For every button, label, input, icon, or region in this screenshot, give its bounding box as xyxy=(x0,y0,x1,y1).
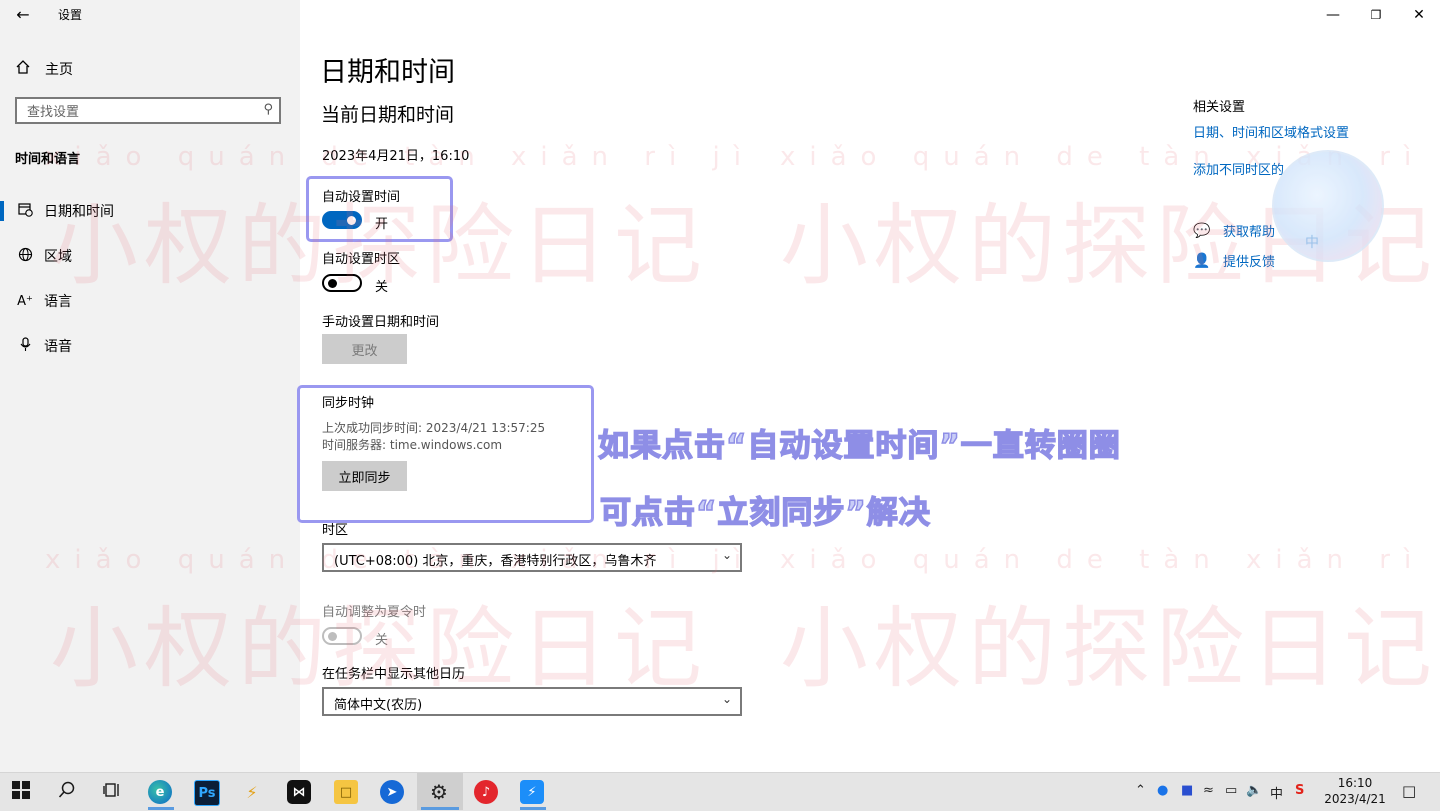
minimize-icon: — xyxy=(1326,7,1340,23)
taskbar-clock[interactable]: 16:10 2023/4/21 xyxy=(1320,775,1390,807)
notification-center[interactable]: □ xyxy=(1402,782,1416,800)
tray-sogou[interactable]: S xyxy=(1295,783,1304,798)
folder-icon: □ xyxy=(339,784,353,800)
watermark-pinyin: xiǎo quán de tàn xiǎn rì jì xyxy=(45,545,755,575)
window-title: 设置 xyxy=(58,8,83,22)
taskbar-file-explorer[interactable]: □ xyxy=(334,780,358,804)
sidebar-home[interactable]: 主页 xyxy=(15,57,73,81)
notification-icon: □ xyxy=(1402,782,1417,800)
capcut-icon: ⋈ xyxy=(292,784,306,800)
bolt-icon: ⚡ xyxy=(246,782,258,802)
region-format-link[interactable]: 日期、时间和区域格式设置 xyxy=(1193,122,1349,141)
music-icon: ♪ xyxy=(481,784,491,800)
start-button[interactable] xyxy=(12,781,30,803)
search-box[interactable]: ⚲ xyxy=(15,97,281,124)
tray-app-1[interactable]: ● xyxy=(1157,783,1168,798)
tray-chevron-up[interactable]: ⌃ xyxy=(1135,783,1146,798)
photoshop-icon: Ps xyxy=(198,785,216,801)
change-button[interactable]: 更改 xyxy=(322,334,407,364)
section-subtitle: 当前日期和时间 xyxy=(321,104,455,126)
channel-logo-text: 中 xyxy=(1305,235,1319,251)
app-icon: ● xyxy=(1157,783,1169,798)
taskbar-feishu[interactable]: ➤ xyxy=(380,780,404,804)
sidebar-item-speech[interactable]: 语音 xyxy=(0,328,300,364)
task-view-icon xyxy=(103,783,121,803)
taskbar-lightning-app[interactable]: ⚡ xyxy=(520,780,544,804)
tutorial-caption-line2: 可点击“立刻同步”解决 xyxy=(599,494,931,532)
sogou-icon: S xyxy=(1295,783,1305,798)
related-settings-title: 相关设置 xyxy=(1193,100,1246,115)
language-icon: A⁺ xyxy=(17,293,33,309)
close-icon: ✕ xyxy=(1413,7,1425,23)
search-icon: ⚲ xyxy=(263,102,273,117)
gear-icon: ⚙ xyxy=(430,780,448,804)
highlight-sync xyxy=(297,385,594,523)
arrow-left-icon: ← xyxy=(16,5,30,24)
globe-icon xyxy=(15,247,35,266)
taskbar-edge[interactable]: e xyxy=(148,780,172,804)
tray-ime[interactable]: 中 xyxy=(1270,783,1283,802)
restore-icon: ❐ xyxy=(1370,8,1382,22)
tray-app-2[interactable]: ■ xyxy=(1181,783,1193,798)
app-icon: ■ xyxy=(1181,783,1194,798)
taskbar-photoshop[interactable]: Ps xyxy=(194,780,220,806)
taskbar-app-bolt[interactable]: ⚡ xyxy=(240,780,264,804)
chevron-down-icon: ⌄ xyxy=(721,692,732,706)
tutorial-caption-line1: 如果点击“自动设置时间”一直转圈圈 xyxy=(597,427,1121,465)
battery-icon: ▭ xyxy=(1225,783,1238,798)
restore-button[interactable]: ❐ xyxy=(1353,0,1399,30)
channel-logo xyxy=(1272,150,1384,262)
clock-time: 16:10 xyxy=(1337,776,1373,790)
search-input[interactable] xyxy=(25,101,249,123)
clock-date: 2023/4/21 xyxy=(1324,792,1386,806)
tray-battery[interactable]: ▭ xyxy=(1225,783,1237,798)
minimize-button[interactable]: — xyxy=(1310,0,1356,30)
watermark-text: 小权的探险日记 xyxy=(50,597,709,700)
taskbar-search-button[interactable] xyxy=(58,781,76,803)
watermark-pinyin: xiǎo quán de tàn xiǎn rì jì xyxy=(780,545,1440,575)
microphone-icon xyxy=(15,336,35,356)
close-button[interactable]: ✕ xyxy=(1396,0,1440,30)
windows-logo-icon xyxy=(12,781,30,803)
sidebar-home-label: 主页 xyxy=(45,62,73,78)
wifi-icon: ≈ xyxy=(1203,783,1214,798)
search-icon xyxy=(58,781,76,803)
edge-icon: e xyxy=(155,784,165,800)
tray-wifi[interactable]: ≈ xyxy=(1203,783,1214,798)
lightning-icon: ⚡ xyxy=(527,784,537,800)
chevron-up-icon: ⌃ xyxy=(1135,783,1146,798)
task-view-button[interactable] xyxy=(103,781,121,803)
calendar-clock-icon xyxy=(15,202,35,221)
watermark-text: 小权的探险日记 xyxy=(50,194,709,297)
paper-plane-icon: ➤ xyxy=(386,784,398,800)
home-icon xyxy=(15,59,31,79)
taskbar-netease-music[interactable]: ♪ xyxy=(474,780,498,804)
taskbar-capcut[interactable]: ⋈ xyxy=(287,780,311,804)
manual-datetime-label: 手动设置日期和时间 xyxy=(322,315,440,330)
speaker-icon: 🔈 xyxy=(1246,783,1263,798)
back-button[interactable]: ← xyxy=(8,3,38,27)
watermark-text: 小权的探险日记 xyxy=(780,597,1439,700)
watermark-pinyin: xiǎo quán de tàn xiǎn rì jì xyxy=(45,142,755,172)
taskbar-settings[interactable]: ⚙ xyxy=(427,780,451,804)
tray-volume[interactable]: 🔈 xyxy=(1246,783,1262,798)
sidebar-item-label: 语音 xyxy=(44,339,72,355)
page-title: 日期和时间 xyxy=(320,57,455,88)
